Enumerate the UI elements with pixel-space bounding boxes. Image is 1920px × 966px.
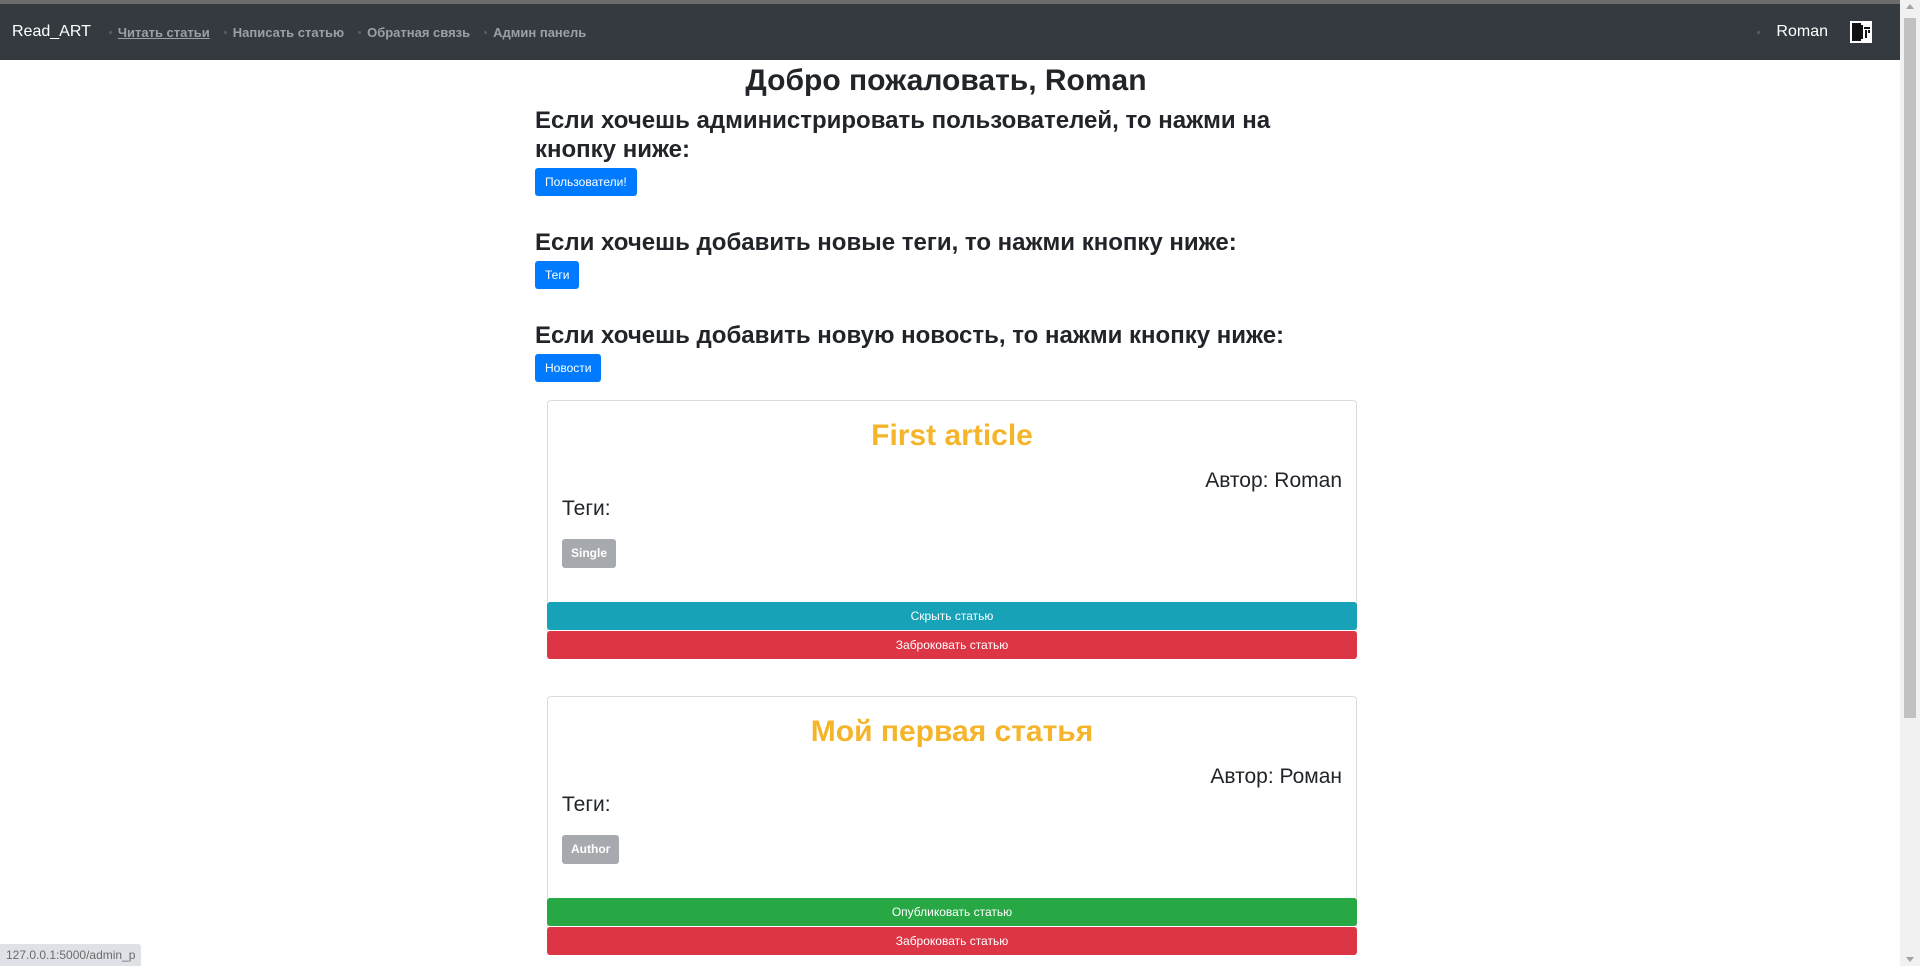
welcome-heading: Добро пожаловать, Roman bbox=[745, 64, 1147, 97]
hide-article-button[interactable]: Скрыть статью bbox=[547, 602, 1357, 630]
user-name-link[interactable]: Roman bbox=[1776, 23, 1828, 41]
reject-article-button[interactable]: Заброковать статью bbox=[547, 631, 1357, 659]
article-author: Автор: Roman bbox=[1205, 469, 1342, 492]
page-scrollbar[interactable] bbox=[1900, 0, 1920, 966]
tags-button[interactable]: Теги bbox=[535, 261, 580, 289]
nav-link-admin-panel[interactable]: Админ панель bbox=[493, 25, 586, 40]
reject-article-button[interactable]: Заброковать статью bbox=[547, 927, 1357, 955]
scrollbar-thumb[interactable] bbox=[1904, 18, 1916, 718]
article-author: Автор: Роман bbox=[1210, 765, 1342, 788]
news-button[interactable]: Новости bbox=[535, 354, 602, 382]
article-title[interactable]: Мой первая статья bbox=[548, 715, 1356, 749]
logout-icon[interactable] bbox=[1850, 21, 1872, 43]
nav-separator bbox=[358, 30, 362, 34]
scroll-down-icon[interactable] bbox=[1906, 957, 1914, 962]
section-tags-text: Если хочешь добавить новые теги, то нажм… bbox=[535, 229, 1237, 256]
admin-section-tags: Если хочешь добавить новые теги, то нажм… bbox=[535, 228, 1357, 289]
admin-section-users: Если хочешь администрировать пользовател… bbox=[535, 106, 1357, 196]
admin-section-news: Если хочешь добавить новую новость, то н… bbox=[535, 321, 1357, 382]
article-title[interactable]: First article bbox=[548, 419, 1356, 453]
article-card: First article Автор: Roman Теги: Single … bbox=[547, 400, 1357, 659]
nav-link-feedback[interactable]: Обратная связь bbox=[367, 25, 470, 40]
article-tags-label: Теги: bbox=[562, 497, 611, 520]
scroll-up-icon[interactable] bbox=[1906, 4, 1914, 9]
main-content: Добро пожаловать, Roman Если хочешь адми… bbox=[535, 60, 1357, 955]
section-users-text: Если хочешь администрировать пользовател… bbox=[535, 107, 1271, 163]
navbar: Read_ART Читать статьи Написать статью О… bbox=[0, 4, 1900, 60]
nav-link-read-articles[interactable]: Читать статьи bbox=[118, 25, 210, 40]
tag-badge[interactable]: Author bbox=[562, 835, 620, 864]
nav-separator bbox=[108, 30, 112, 34]
publish-article-button[interactable]: Опубликовать статью bbox=[547, 898, 1357, 926]
article-card: Мой первая статья Автор: Роман Теги: Aut… bbox=[547, 696, 1357, 955]
users-button[interactable]: Пользователи! bbox=[535, 168, 637, 196]
nav-user-area: Roman bbox=[1757, 21, 1872, 43]
nav-separator bbox=[223, 30, 227, 34]
tag-badge[interactable]: Single bbox=[562, 539, 617, 568]
nav-separator bbox=[484, 30, 488, 34]
section-news-text: Если хочешь добавить новую новость, то н… bbox=[535, 322, 1285, 349]
nav-separator bbox=[1757, 30, 1761, 34]
status-bar-url: 127.0.0.1:5000/admin_p bbox=[0, 944, 142, 966]
brand-logo[interactable]: Read_ART bbox=[12, 23, 91, 41]
nav-link-write-article[interactable]: Написать статью bbox=[233, 25, 344, 40]
article-tags-label: Теги: bbox=[562, 793, 611, 816]
